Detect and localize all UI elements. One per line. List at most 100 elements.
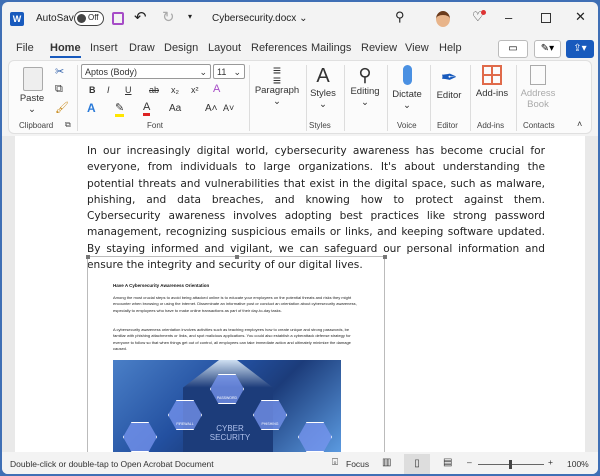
dictate-button[interactable]: Dictate ⌄ [387,65,427,111]
microphone-icon [402,65,412,85]
font-size-select[interactable]: 11 ⌄ [213,64,245,79]
paste-button[interactable]: Paste ⌄ [17,93,47,115]
search-icon[interactable]: ⚲ [395,9,405,25]
font-name-select[interactable]: Aptos (Body) ⌄ [81,64,211,79]
dialog-launcher-icon[interactable]: ⧉ [65,120,71,130]
styles-button[interactable]: A Styles ⌄ [307,65,339,110]
underline-button[interactable]: U [125,85,132,95]
cybersecurity-image: FIREWALL PASSWORD PHISHING CYBER SECURIT… [113,360,341,452]
editor-button[interactable]: ✒ Editor [431,65,467,101]
tab-insert[interactable]: Insert [90,42,118,54]
grow-font-button[interactable]: A˄ [205,103,218,114]
copy-icon[interactable]: ⧉ [55,83,63,96]
zoom-slider[interactable] [478,460,544,469]
tab-layout[interactable]: Layout [208,42,241,54]
focus-icon[interactable]: ⌻ [332,457,338,468]
resize-handle[interactable] [235,255,239,259]
tab-file[interactable]: File [16,42,34,54]
contacts-group-label: Contacts [523,121,555,130]
notification-dot [481,10,486,15]
title-bar: W AutoSave Off ↶ ↻ ▾ Cybersecurity.docx … [2,2,598,36]
divider [77,65,78,131]
hex-icon [298,422,332,452]
customize-qat-icon[interactable]: ▾ [188,12,192,21]
read-mode-icon[interactable]: ▥ [382,457,391,468]
maximize-button[interactable] [541,13,551,23]
comments-button[interactable]: ▭ [498,40,528,58]
address-book-button[interactable]: Address Book [517,65,559,110]
tab-home[interactable]: Home [50,42,81,58]
embedded-paragraph: A cybersecurity awareness orientation in… [113,327,351,351]
collapse-ribbon-icon[interactable]: ˄ [577,119,582,129]
document-title[interactable]: Cybersecurity.docx ⌄ [212,13,307,24]
status-bar: Double-click or double-tap to Open Acrob… [2,454,598,474]
ribbon: Paste ⌄ ✂ ⧉ 🖌 Clipboard ⧉ Aptos (Body) ⌄ 1… [8,60,592,134]
addins-button[interactable]: Add-ins [471,65,513,99]
word-logo-icon: W [10,12,24,26]
tab-design[interactable]: Design [164,42,198,54]
close-button[interactable]: ✕ [575,9,586,25]
tab-help[interactable]: Help [439,42,462,54]
tab-view[interactable]: View [405,42,429,54]
image-caption: CYBER SECURITY [209,424,251,442]
tab-references[interactable]: References [251,42,307,54]
print-layout-icon[interactable]: ▯ [404,454,430,474]
avatar[interactable] [436,11,450,27]
resize-handle[interactable] [86,255,90,259]
strikethrough-button[interactable]: ab [149,85,159,95]
divider [249,65,250,131]
embedded-paragraph: Among the most crucial steps to avoid be… [113,295,357,313]
undo-icon[interactable]: ↶ [134,8,147,26]
shrink-font-button[interactable]: A˅ [223,103,234,113]
tab-review[interactable]: Review [361,42,397,54]
paragraph-label: Paragraph [254,85,300,96]
clear-formatting-icon[interactable]: A [213,83,220,95]
italic-button[interactable]: I [107,85,110,95]
address-book-label: Address Book [520,88,556,110]
zoom-out-button[interactable]: – [467,457,472,467]
addins-group-label: Add-ins [477,121,505,130]
focus-button[interactable]: Focus [346,459,369,469]
find-icon: ⚲ [358,65,372,85]
embedded-heading: Have A Cybersecurity Awareness Orientati… [113,283,210,288]
editor-group-label: Editor [437,121,458,130]
editing-button[interactable]: ⚲ Editing ⌄ [345,65,385,108]
clipboard-group-label: Clipboard [19,121,54,130]
minimize-button[interactable]: – [505,10,512,25]
tab-mailings[interactable]: Mailings [311,42,351,54]
tab-draw[interactable]: Draw [129,42,155,54]
cut-icon[interactable]: ✂ [55,65,64,78]
font-color-icon[interactable]: A [143,101,151,116]
font-name-value: Aptos (Body) [85,67,138,77]
zoom-slider-thumb[interactable] [509,460,512,469]
redo-icon[interactable]: ↻ [162,8,175,26]
bold-button[interactable]: B [89,85,96,95]
autosave-state: Off [88,13,99,22]
paste-label: Paste [19,93,45,104]
change-case-button[interactable]: Aa [169,103,181,114]
document-page[interactable]: In our increasingly digital world, cyber… [15,136,585,452]
zoom-in-button[interactable]: + [548,457,553,467]
superscript-button[interactable]: x² [191,85,199,95]
text-effects-icon[interactable]: A [87,101,96,115]
editing-label: Editing [350,86,380,97]
styles-icon: A [316,65,330,87]
paste-icon [23,67,43,91]
editing-mode-button[interactable]: ✎▾ [534,40,561,58]
share-button[interactable]: ⇪▾ [566,40,594,58]
zoom-level[interactable]: 100% [567,459,589,469]
embedded-acrobat-object[interactable]: Have A Cybersecurity Awareness Orientati… [86,255,387,452]
format-painter-icon[interactable]: 🖌 [55,101,69,114]
highlight-icon[interactable]: ✎ [115,101,125,117]
address-book-icon [530,65,546,85]
save-icon[interactable] [112,12,124,25]
autosave-toggle[interactable]: Off [74,11,104,26]
font-size-value: 11 [217,67,227,77]
subscript-button[interactable]: x₂ [171,85,179,95]
document-paragraph[interactable]: In our increasingly digital world, cyber… [87,143,545,273]
editor-icon: ✒ [440,67,458,89]
web-layout-icon[interactable]: ▤ [443,457,452,468]
paragraph-button[interactable]: ≡ ≡ Paragraph ⌄ [251,63,303,107]
dictate-label: Dictate [392,89,422,100]
resize-handle[interactable] [383,255,387,259]
